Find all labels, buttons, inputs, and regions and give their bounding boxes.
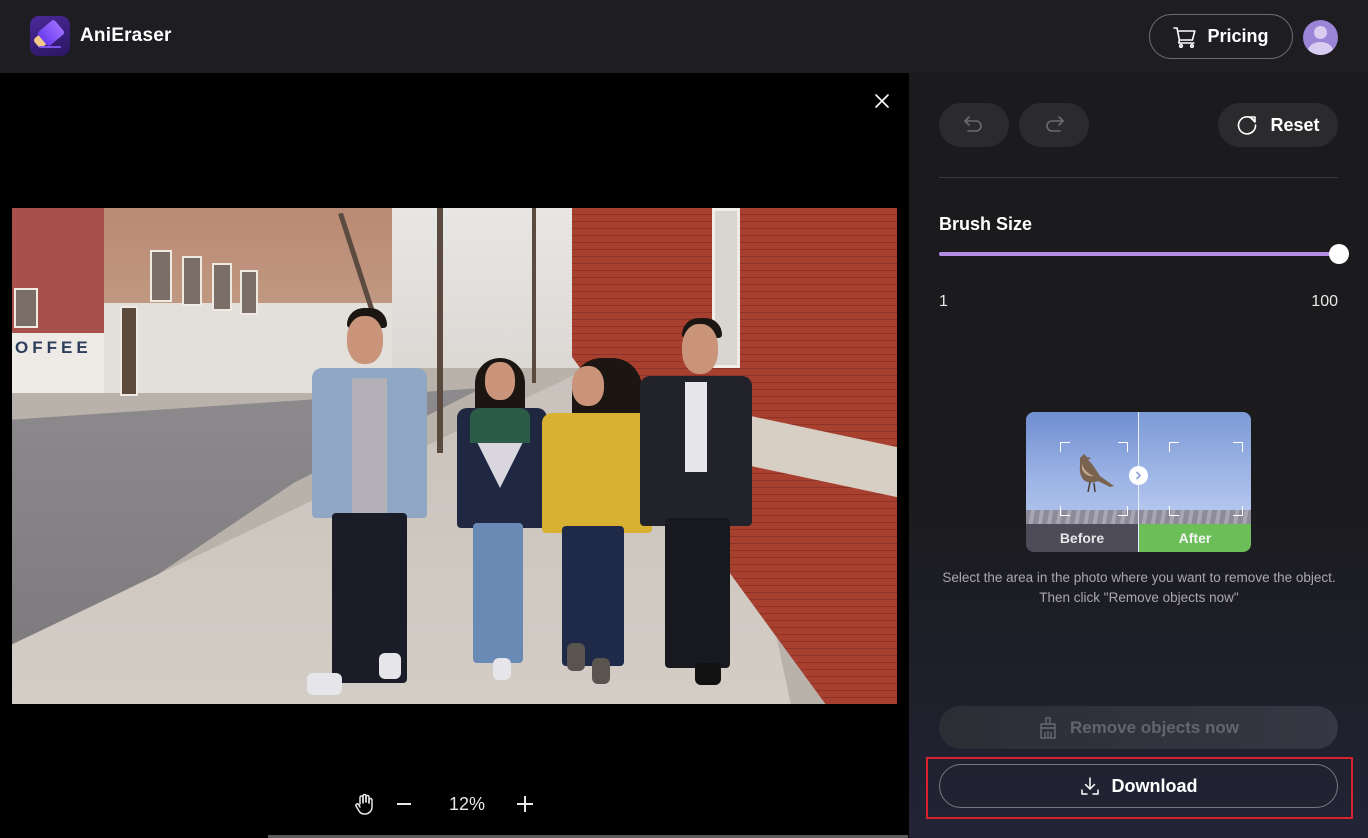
photo-person bbox=[640, 318, 755, 688]
after-image bbox=[1139, 412, 1251, 524]
photo-person bbox=[455, 358, 550, 683]
person-torso bbox=[542, 413, 652, 533]
download-label: Download bbox=[1111, 775, 1198, 796]
frame-corner bbox=[1169, 506, 1179, 516]
eraser-logo-icon bbox=[30, 16, 70, 56]
photo-tree bbox=[532, 208, 536, 383]
person-shoe bbox=[695, 663, 721, 685]
building-window bbox=[14, 288, 38, 328]
undo-button[interactable] bbox=[939, 103, 1009, 147]
brush-size-title: Brush Size bbox=[939, 214, 1033, 234]
redo-button[interactable] bbox=[1019, 103, 1089, 147]
tool-panel: Reset Brush Size 1 100 Before After Sele… bbox=[909, 73, 1368, 838]
user-avatar-icon[interactable] bbox=[1303, 20, 1338, 55]
logo-underline bbox=[39, 46, 61, 48]
person-shoe bbox=[592, 658, 610, 684]
person-shirt bbox=[352, 378, 387, 518]
person-head bbox=[572, 366, 604, 406]
person-head bbox=[485, 362, 515, 400]
instruction-text: Select the area in the photo where you w… bbox=[942, 570, 1336, 605]
download-button[interactable]: Download bbox=[939, 764, 1338, 808]
pricing-button[interactable]: Pricing bbox=[1149, 14, 1293, 59]
person-sweater-top bbox=[470, 408, 530, 443]
frame-corner bbox=[1233, 506, 1243, 516]
cart-icon bbox=[1173, 26, 1197, 48]
person-legs bbox=[473, 523, 523, 663]
photo-person bbox=[307, 308, 427, 698]
person-head bbox=[347, 316, 383, 364]
remove-objects-button[interactable]: Remove objects now bbox=[939, 706, 1338, 749]
zoom-controls: 12% bbox=[352, 791, 533, 817]
pricing-label: Pricing bbox=[1207, 26, 1269, 46]
person-legs bbox=[665, 518, 730, 668]
zoom-in-icon[interactable] bbox=[517, 796, 533, 812]
reset-label: Reset bbox=[1270, 114, 1320, 135]
reset-icon bbox=[1238, 116, 1257, 135]
panel-divider bbox=[939, 177, 1338, 178]
zoom-percentage: 12% bbox=[448, 793, 486, 814]
reset-button[interactable]: Reset bbox=[1218, 103, 1338, 147]
avatar-body bbox=[1308, 42, 1333, 55]
before-after-illustration: Before After bbox=[1026, 412, 1251, 552]
photo-tree bbox=[437, 208, 443, 453]
before-image bbox=[1026, 412, 1138, 524]
zoom-out-icon[interactable] bbox=[396, 796, 412, 812]
download-icon bbox=[1080, 777, 1099, 795]
bird-icon bbox=[1079, 454, 1114, 493]
image-canvas: OFFEE 12% bbox=[0, 73, 909, 838]
close-icon[interactable] bbox=[873, 92, 891, 110]
hand-pan-icon[interactable] bbox=[352, 792, 376, 816]
person-shirt bbox=[685, 382, 707, 472]
slider-min-label: 1 bbox=[939, 293, 948, 310]
frame-corner bbox=[1233, 442, 1243, 452]
building-window bbox=[212, 263, 232, 311]
undo-icon bbox=[964, 116, 982, 132]
frame-corner bbox=[1060, 506, 1070, 516]
app-title: AniEraser bbox=[80, 25, 172, 46]
slider-fill bbox=[939, 252, 1339, 256]
person-shoe bbox=[567, 643, 585, 671]
after-label: After bbox=[1139, 524, 1251, 552]
person-shoe bbox=[493, 658, 511, 680]
building-window bbox=[240, 270, 258, 315]
before-label: Before bbox=[1026, 524, 1138, 552]
person-shoe bbox=[379, 653, 401, 679]
avatar-head bbox=[1314, 26, 1327, 39]
building-window bbox=[120, 306, 138, 396]
person-shoe bbox=[307, 673, 342, 695]
brush-size-slider[interactable] bbox=[939, 244, 1349, 264]
frame-corner bbox=[1169, 442, 1179, 452]
building-window bbox=[150, 250, 172, 302]
frame-corner bbox=[1060, 442, 1070, 452]
slider-max-label: 100 bbox=[1311, 293, 1338, 310]
coffee-sign: OFFEE bbox=[15, 338, 92, 357]
remove-objects-label: Remove objects now bbox=[1069, 717, 1240, 737]
redo-icon bbox=[1046, 116, 1064, 132]
chevron-right-icon bbox=[1129, 466, 1148, 485]
frame-corner bbox=[1118, 442, 1128, 452]
editable-photo[interactable]: OFFEE bbox=[12, 208, 897, 704]
frame-corner bbox=[1118, 506, 1128, 516]
building-window bbox=[182, 256, 202, 306]
brush-broom-icon bbox=[1040, 716, 1056, 739]
person-head bbox=[682, 324, 718, 374]
app-header: AniEraser Pricing bbox=[0, 0, 1368, 73]
slider-thumb[interactable] bbox=[1329, 244, 1349, 264]
